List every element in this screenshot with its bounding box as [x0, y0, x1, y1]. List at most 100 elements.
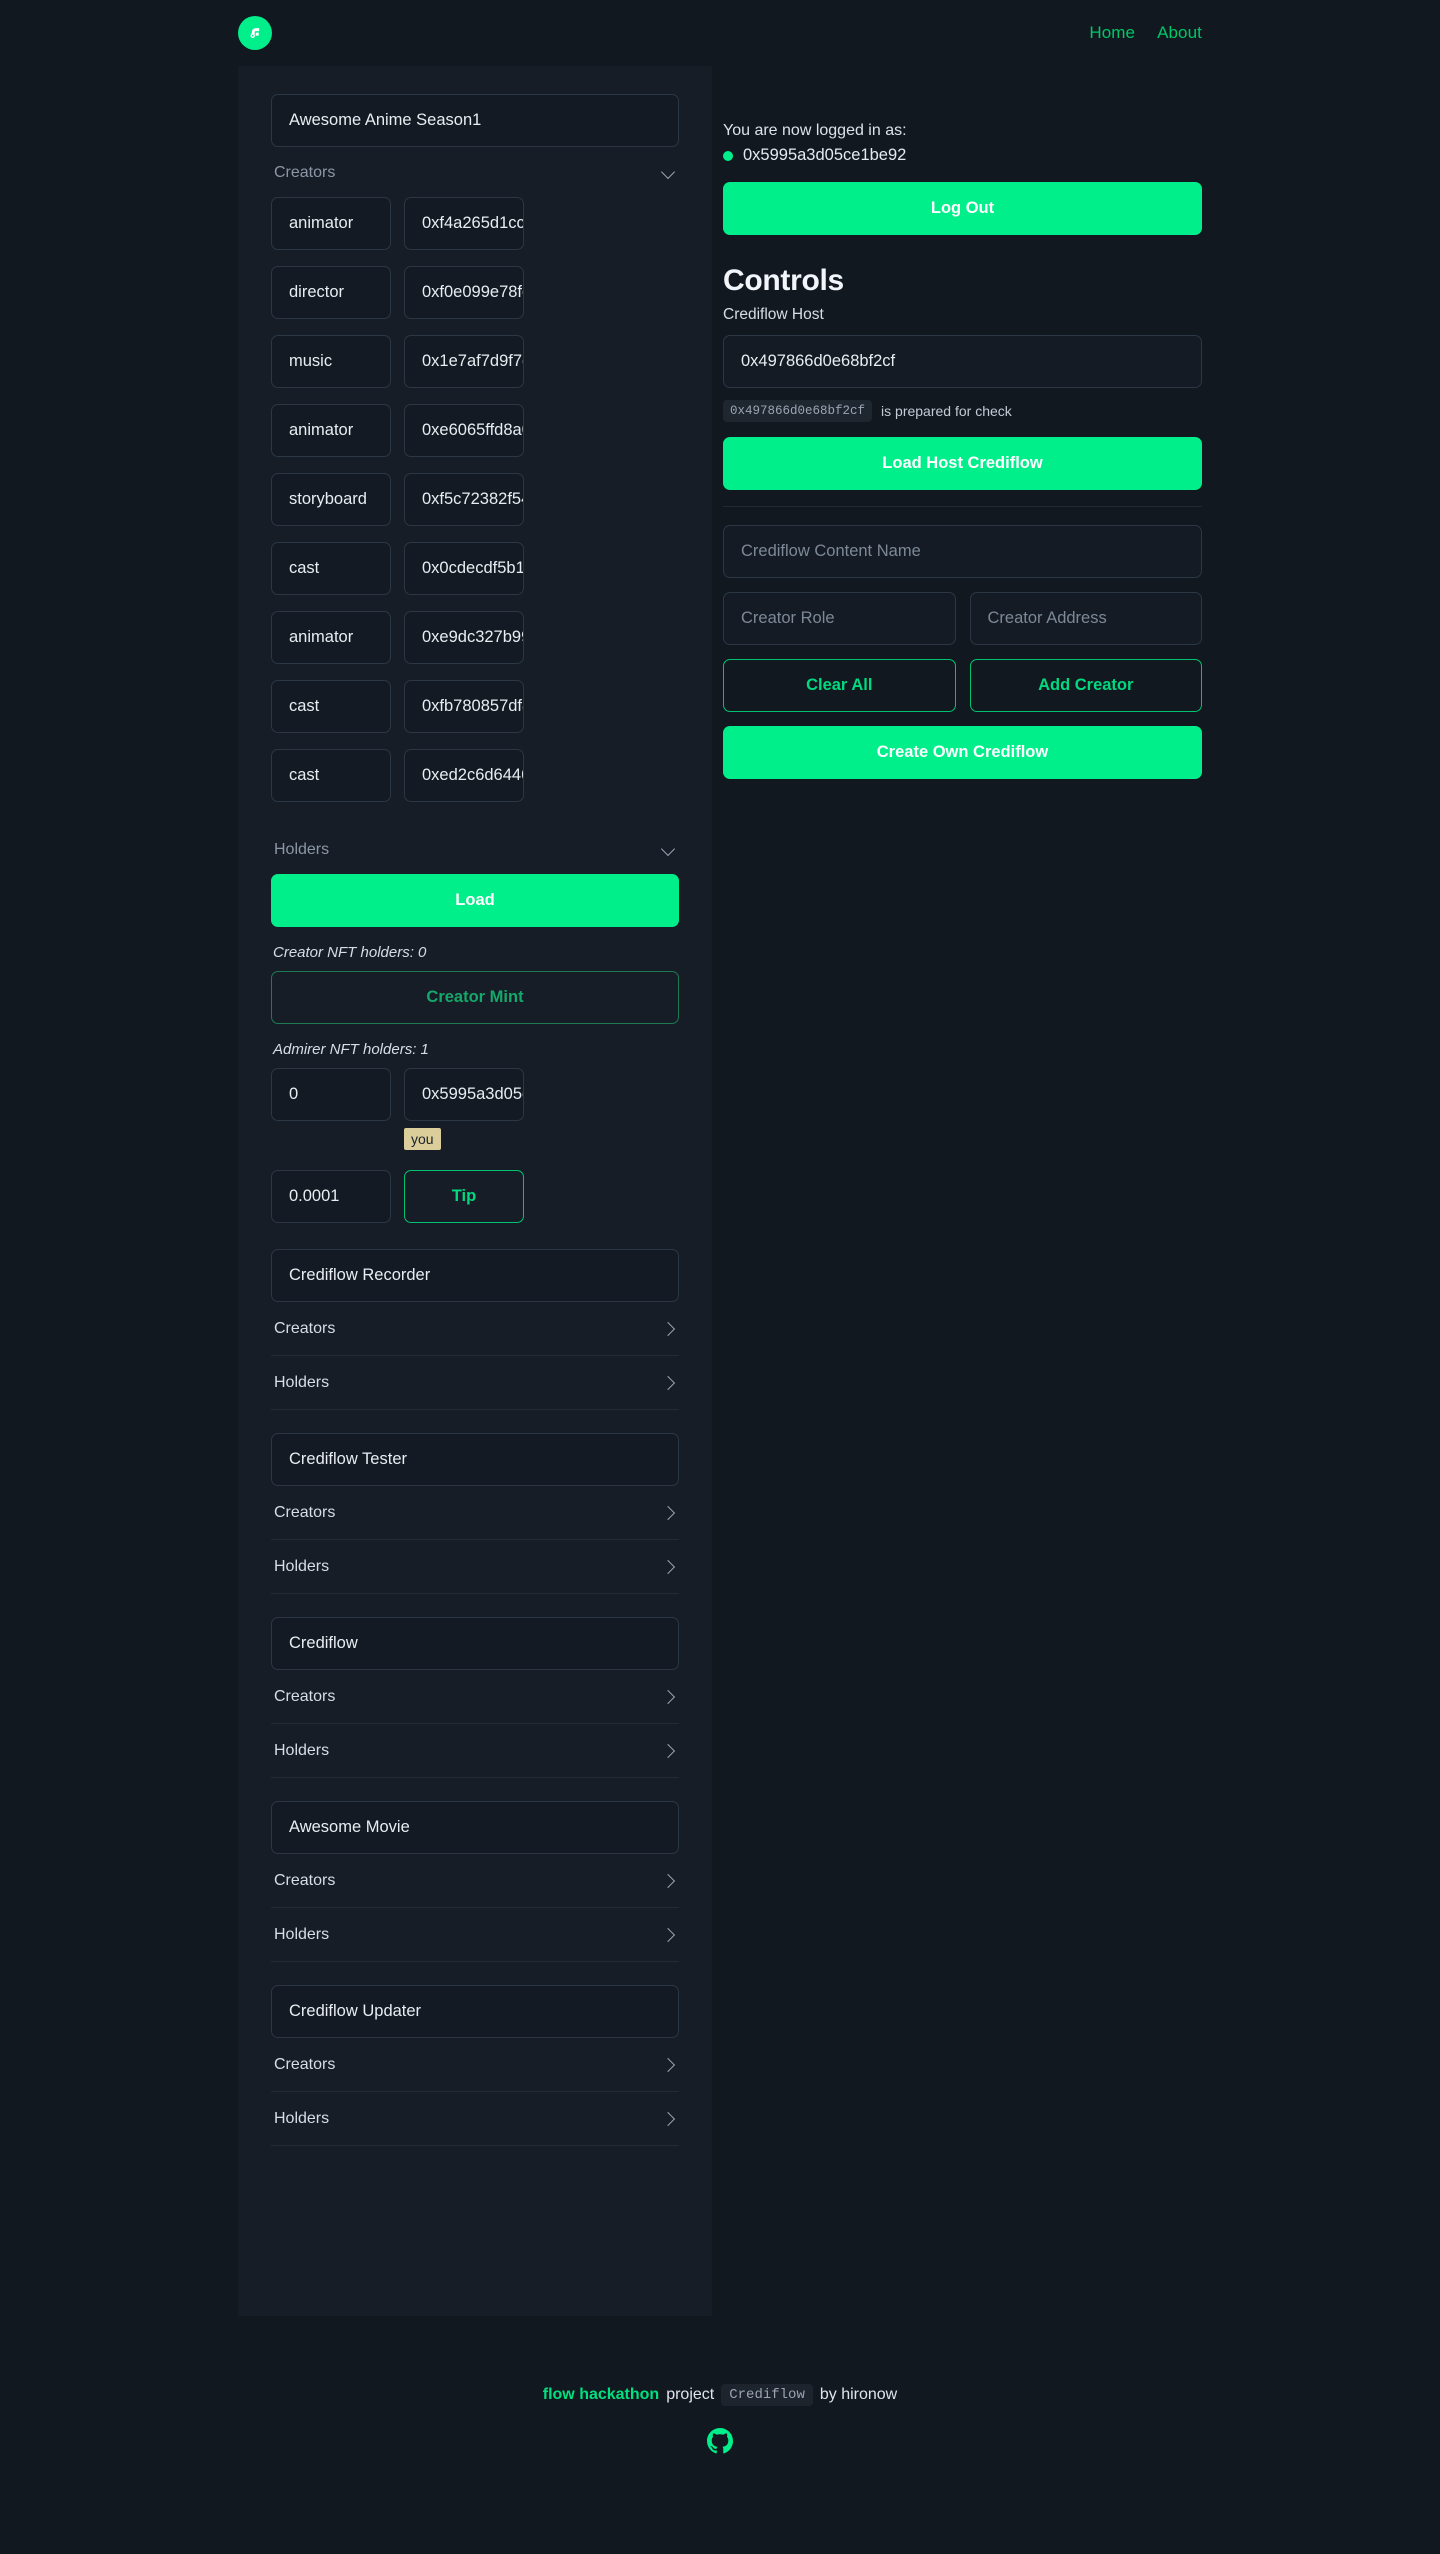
creator-address-input[interactable]	[969, 592, 1202, 645]
creator-address[interactable]: 0xe6065ffd8a0eb184	[404, 404, 524, 457]
creator-role[interactable]: animator	[271, 404, 391, 457]
divider	[723, 506, 1202, 507]
tip-row: 0.0001 Tip	[271, 1170, 679, 1223]
creators-label: Creators	[274, 2055, 336, 2073]
creator-address[interactable]: 0xe9dc327b995ca79	[404, 611, 524, 664]
creator-address[interactable]: 0x1e7af7d9f7e3ffb5	[404, 335, 524, 388]
crediflow-list-item: Crediflow Creators Holders	[271, 1617, 679, 1778]
creator-row: director 0xf0e099e78fc50f04	[271, 266, 679, 319]
crediflow-name[interactable]: Crediflow	[271, 1617, 679, 1670]
logged-in-label: You are now logged in as:	[723, 122, 907, 139]
creator-row: cast 0xed2c6d64468bcfa	[271, 749, 679, 802]
nav-link-home[interactable]: Home	[1089, 23, 1135, 43]
site-footer: flow hackathon project Crediflow by hiro…	[0, 2384, 1440, 2514]
crediflow-creators-row[interactable]: Creators	[271, 2038, 679, 2092]
account-address: 0x5995a3d05ce1be92	[743, 146, 907, 164]
tip-amount-input[interactable]: 0.0001	[271, 1170, 391, 1223]
creator-role[interactable]: animator	[271, 611, 391, 664]
creators-label: Creators	[274, 1687, 336, 1705]
creator-mint-button[interactable]: Creator Mint	[271, 971, 679, 1024]
add-creator-button[interactable]: Add Creator	[969, 659, 1202, 712]
chevron-right-icon	[661, 1689, 676, 1704]
crediflow-name[interactable]: Crediflow Tester	[271, 1433, 679, 1486]
load-holders-button[interactable]: Load	[271, 874, 679, 927]
create-own-crediflow-button[interactable]: Create Own Crediflow	[723, 726, 1202, 779]
host-address-chip: 0x497866d0e68bf2cf	[723, 400, 873, 422]
holders-section-label: Holders	[274, 841, 330, 858]
creator-row: cast 0xfb780857df8fc5cc	[271, 680, 679, 733]
logout-button[interactable]: Log Out	[723, 182, 1202, 235]
chevron-right-icon	[661, 1375, 676, 1390]
creator-address[interactable]: 0xf5c72382f54be97f	[404, 473, 524, 526]
crediflow-creators-row[interactable]: Creators	[271, 1486, 679, 1540]
crediflow-name[interactable]: Crediflow Updater	[271, 1985, 679, 2038]
creator-address[interactable]: 0xf4a265d1ccddd3d7	[404, 197, 524, 250]
holders-label: Holders	[274, 2109, 330, 2127]
creators-section-label: Creators	[274, 164, 336, 181]
creators-label: Creators	[274, 1319, 336, 1337]
holders-section-header[interactable]: Holders	[271, 824, 679, 874]
holders-label: Holders	[274, 1557, 330, 1575]
github-link[interactable]	[0, 2428, 1440, 2454]
crediflow-holders-row[interactable]: Holders	[271, 1356, 679, 1410]
creator-role[interactable]: storyboard	[271, 473, 391, 526]
status-dot-icon	[723, 150, 733, 161]
crediflow-host-input[interactable]	[723, 335, 1202, 388]
creator-address[interactable]: 0xed2c6d64468bcfa	[404, 749, 524, 802]
creator-role[interactable]: cast	[271, 680, 391, 733]
content-name-display[interactable]: Awesome Anime Season1	[271, 94, 679, 147]
crediflow-name[interactable]: Awesome Movie	[271, 1801, 679, 1854]
clear-all-button[interactable]: Clear All	[723, 659, 956, 712]
footer-mid-text: project	[666, 2386, 715, 2403]
creator-address[interactable]: 0x0cdecdf5b1309de	[404, 542, 524, 595]
crediflow-creators-row[interactable]: Creators	[271, 1670, 679, 1724]
crediflow-holders-row[interactable]: Holders	[271, 1540, 679, 1594]
crediflow-holders-row[interactable]: Holders	[271, 1908, 679, 1962]
chevron-right-icon	[661, 2057, 676, 2072]
main-content: Awesome Anime Season1 Creators animator …	[0, 66, 1440, 2316]
flow-logo-icon[interactable]	[238, 16, 272, 50]
chevron-right-icon	[661, 2111, 676, 2126]
creators-label: Creators	[274, 1871, 336, 1889]
github-icon	[707, 2428, 733, 2454]
crediflow-name[interactable]: Crediflow Recorder	[271, 1249, 679, 1302]
chevron-right-icon	[661, 1743, 676, 1758]
creator-role[interactable]: music	[271, 335, 391, 388]
crediflow-holders-row[interactable]: Holders	[271, 1724, 679, 1778]
creators-label: Creators	[274, 1503, 336, 1521]
creator-row: animator 0xe6065ffd8a0eb184	[271, 404, 679, 457]
holder-index[interactable]: 0	[271, 1068, 391, 1121]
holders-label: Holders	[274, 1925, 330, 1943]
crediflow-creators-row[interactable]: Creators	[271, 1302, 679, 1356]
controls-panel: You are now logged in as: 0x5995a3d05ce1…	[712, 66, 1202, 779]
creator-address[interactable]: 0xfb780857df8fc5cc	[404, 680, 524, 733]
host-prepared-note: 0x497866d0e68bf2cf is prepared for check	[723, 400, 1202, 422]
creator-row: storyboard 0xf5c72382f54be97f	[271, 473, 679, 526]
account-address-line: 0x5995a3d05ce1be92	[723, 146, 1202, 165]
chevron-down-icon	[661, 843, 676, 858]
holders-label: Holders	[274, 1741, 330, 1759]
creator-role-input[interactable]	[723, 592, 956, 645]
creators-section-header[interactable]: Creators	[271, 147, 679, 197]
creator-address[interactable]: 0xf0e099e78fc50f04	[404, 266, 524, 319]
chevron-right-icon	[661, 1873, 676, 1888]
chevron-right-icon	[661, 1321, 676, 1336]
crediflow-list-item: Crediflow Recorder Creators Holders	[271, 1249, 679, 1410]
creator-role[interactable]: cast	[271, 749, 391, 802]
crediflow-list-item: Awesome Movie Creators Holders	[271, 1801, 679, 1962]
crediflow-list-item: Crediflow Updater Creators Holders	[271, 1985, 679, 2146]
nav-link-about[interactable]: About	[1157, 23, 1202, 43]
crediflow-creators-row[interactable]: Creators	[271, 1854, 679, 1908]
creator-role[interactable]: director	[271, 266, 391, 319]
tip-button[interactable]: Tip	[404, 1170, 524, 1223]
creator-role[interactable]: cast	[271, 542, 391, 595]
creator-action-row: Clear All Add Creator	[723, 659, 1202, 712]
holder-address[interactable]: 0x5995a3d05ce1be92	[404, 1068, 524, 1121]
chevron-down-icon	[661, 166, 676, 181]
creator-role[interactable]: animator	[271, 197, 391, 250]
creator-nft-holders-count: Creator NFT holders: 0	[273, 944, 427, 961]
chevron-right-icon	[661, 1559, 676, 1574]
crediflow-holders-row[interactable]: Holders	[271, 2092, 679, 2146]
crediflow-content-name-input[interactable]	[723, 525, 1202, 578]
load-host-crediflow-button[interactable]: Load Host Crediflow	[723, 437, 1202, 490]
